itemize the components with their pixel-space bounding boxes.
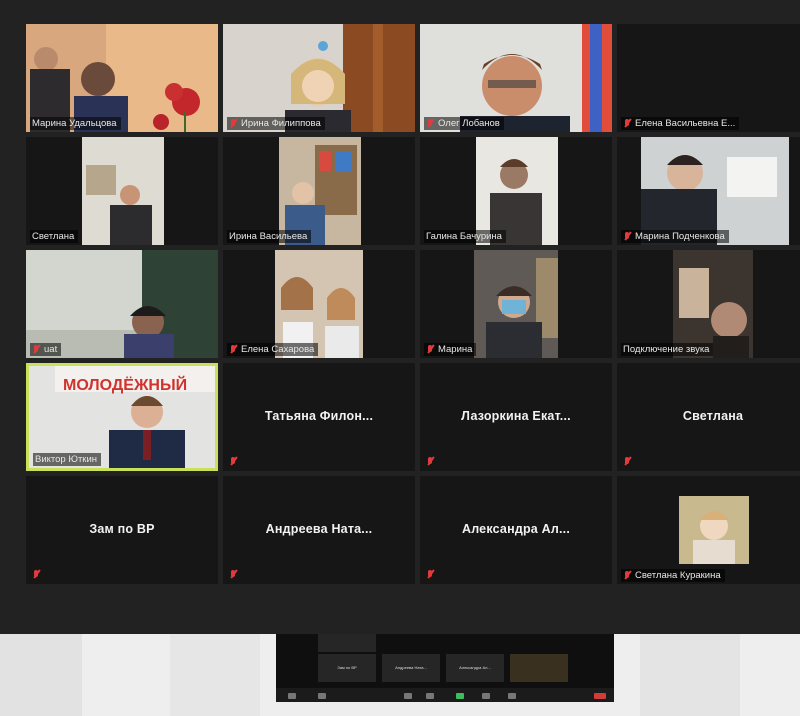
background-banner-text: МОЛОДЁЖНЫЙ [63,375,187,394]
participant-avatar-photo [617,476,800,584]
desk-shade [0,634,82,716]
mute-button-icon[interactable] [288,693,296,699]
mini-participant-tile: Андреева Ната... [382,654,440,682]
participant-tile[interactable]: Олег Лобанов [420,24,612,132]
microphone-muted-icon [426,118,435,129]
microphone-muted-icon [229,456,238,467]
participant-tile[interactable]: Александра Ал... [420,476,612,584]
participant-name-label: Светлана Куракина [621,569,725,582]
participant-tile[interactable]: Марина Подченкова [617,137,800,245]
participant-tile[interactable]: Елена Сахарова [223,250,415,358]
participant-video [26,24,218,132]
participant-video [420,250,612,358]
participant-tile[interactable]: Светлана Куракина [617,476,800,584]
participant-tile[interactable]: Елена Васильевна Е... [617,24,800,132]
participant-video [26,137,218,245]
participant-name: Татьяна Филон... [264,409,374,423]
participant-tile[interactable]: Галина Бачурина [420,137,612,245]
participant-tile[interactable]: Андреева Ната... [223,476,415,584]
participant-name-label: Марина Удальцова [30,117,121,130]
mini-participant-tile [318,634,376,652]
participant-name-label: Виктор Юткин [33,453,102,466]
laptop-screen: Зам по ВР Андреева Ната... Александра Ал… [276,634,614,702]
participant-tile[interactable]: Светлана [26,137,218,245]
active-speaker-tile[interactable]: МОЛОДЁЖНЫЙ Виктор Юткин [26,363,218,471]
microphone-muted-icon [623,570,632,581]
participant-tile[interactable]: Марина [420,250,612,358]
participant-name-label: Ирина Филиппова [227,117,325,130]
desk-shade [640,634,740,716]
microphone-muted-icon [32,344,41,355]
meeting-toolbar [276,688,614,702]
participant-name-label: Елена Сахарова [227,343,319,356]
participant-video [420,24,612,132]
participant-name: Лазоркина Екат... [461,409,571,423]
participant-tile[interactable]: Подключение звука [617,250,800,358]
microphone-muted-icon [623,456,632,467]
reactions-button-icon[interactable] [508,693,516,699]
participant-tile[interactable]: Зам по ВР [26,476,218,584]
mini-participant-tile: Зам по ВР [318,654,376,682]
microphone-muted-icon [426,344,435,355]
end-meeting-button[interactable] [594,693,606,699]
participant-name: Светлана [682,409,744,423]
participant-tile[interactable]: Ирина Васильева [223,137,415,245]
participant-video [420,137,612,245]
participant-name: Андреева Ната... [265,522,373,536]
mini-participant-tile: Александра Ал... [446,654,504,682]
participant-tile[interactable]: Марина Удальцова [26,24,218,132]
participant-name-label: Елена Васильевна Е... [621,117,740,130]
microphone-muted-icon [623,118,632,129]
participant-video [223,137,415,245]
microphone-muted-icon [229,344,238,355]
participant-tile[interactable]: Татьяна Филон... [223,363,415,471]
chat-button-icon[interactable] [482,693,490,699]
video-button-icon[interactable] [318,693,326,699]
participant-name: Александра Ал... [461,522,571,536]
participant-tile[interactable]: Ирина Филиппова [223,24,415,132]
microphone-muted-icon [426,569,435,580]
participant-tile[interactable]: Светлана [617,363,800,471]
mini-participant-tile [510,654,568,682]
microphone-muted-icon [426,456,435,467]
participant-name-label: uat [30,343,62,356]
participant-video [223,250,415,358]
security-button-icon[interactable] [404,693,412,699]
microphone-muted-icon [229,569,238,580]
desk-shade [170,634,260,716]
participant-name-label: Подключение звука [621,343,714,356]
share-screen-button-icon[interactable] [456,693,464,699]
participant-video [26,250,218,358]
participant-video [617,137,800,245]
participant-tile[interactable]: Лазоркина Екат... [420,363,612,471]
participant-name-label: Ирина Васильева [227,230,312,243]
participants-button-icon[interactable] [426,693,434,699]
participant-name-label: Олег Лобанов [424,117,504,130]
meeting-window: Марина Удальцова Ирина Филиппова Олег Ло… [0,0,800,634]
microphone-muted-icon [32,569,41,580]
participant-video [223,24,415,132]
participant-name-label: Марина Подченкова [621,230,729,243]
participant-name-label: Светлана [30,230,79,243]
participant-tile[interactable]: uat [26,250,218,358]
participant-gallery: Марина Удальцова Ирина Филиппова Олег Ло… [26,24,800,584]
microphone-muted-icon [229,118,238,129]
participant-name-label: Галина Бачурина [424,230,506,243]
participant-video [617,250,800,358]
participant-name-label: Марина [424,343,477,356]
microphone-muted-icon [623,231,632,242]
participant-name: Зам по ВР [89,522,155,536]
